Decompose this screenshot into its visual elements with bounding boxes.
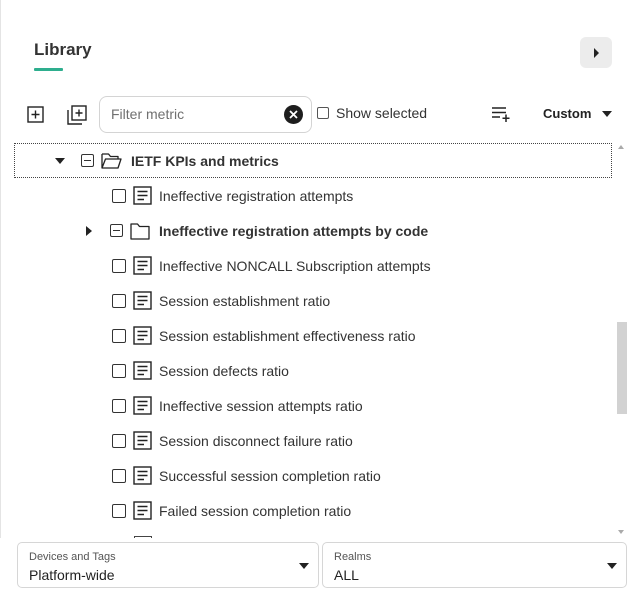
add-copy-button[interactable] bbox=[66, 104, 88, 125]
partial-checkbox[interactable] bbox=[81, 154, 94, 167]
caret-down-icon bbox=[607, 563, 617, 569]
scroll-thumb[interactable] bbox=[617, 322, 627, 414]
tree-item[interactable]: Ineffective NONCALL Subscription attempt… bbox=[112, 249, 431, 282]
page-title: Library bbox=[34, 40, 92, 59]
tree-item-label: Failed session completion ratio bbox=[159, 502, 352, 519]
item-checkbox[interactable] bbox=[112, 293, 126, 308]
playlist-add-icon bbox=[492, 107, 510, 122]
chevron-right-icon bbox=[594, 47, 599, 58]
tree-item[interactable]: Session defects ratio bbox=[112, 354, 289, 387]
expand-all-button[interactable] bbox=[25, 105, 45, 124]
tree-subgroup-row[interactable]: Ineffective registration attempts by cod… bbox=[83, 214, 428, 247]
view-mode-label: Custom bbox=[543, 106, 592, 121]
document-icon bbox=[133, 326, 152, 345]
add-to-list-button[interactable] bbox=[490, 104, 512, 124]
item-checkbox[interactable] bbox=[112, 503, 126, 518]
realms-select[interactable]: Realms ALL bbox=[322, 542, 627, 588]
caret-right-icon bbox=[86, 225, 92, 236]
scope-selectors: Devices and Tags Platform-wide Realms AL… bbox=[0, 538, 629, 598]
library-add-icon bbox=[67, 104, 87, 125]
panel-left-border bbox=[0, 0, 1, 598]
caret-down-icon bbox=[299, 563, 309, 569]
tree-item-label: Session establishment ratio bbox=[159, 292, 331, 309]
item-checkbox[interactable] bbox=[112, 468, 126, 483]
document-icon bbox=[133, 256, 152, 275]
item-checkbox[interactable] bbox=[112, 328, 126, 343]
tree-item-label: Ineffective registration attempts bbox=[159, 187, 354, 204]
tree-scrollbar[interactable] bbox=[615, 143, 629, 536]
scroll-up-arrow-icon[interactable] bbox=[618, 145, 624, 149]
tree-subgroup-label: Ineffective registration attempts by cod… bbox=[159, 222, 429, 239]
metric-tree: IETF KPIs and metrics Ineffective regist… bbox=[14, 143, 614, 536]
item-checkbox[interactable] bbox=[112, 363, 126, 378]
title-underline bbox=[34, 68, 63, 71]
clear-filter-button[interactable] bbox=[284, 105, 303, 124]
tree-item-label: Session defects ratio bbox=[159, 362, 289, 379]
document-icon bbox=[133, 466, 152, 485]
expander[interactable] bbox=[83, 225, 95, 236]
add-box-icon bbox=[26, 106, 44, 123]
document-icon bbox=[133, 361, 152, 380]
tree-item[interactable]: Ineffective session attempts ratio bbox=[112, 389, 363, 422]
close-icon bbox=[289, 110, 298, 119]
show-selected-label: Show selected bbox=[336, 105, 428, 121]
expander[interactable] bbox=[54, 157, 66, 164]
document-icon bbox=[133, 501, 152, 520]
caret-down-icon bbox=[602, 110, 613, 117]
partial-checkbox[interactable] bbox=[110, 224, 123, 237]
devices-and-tags-label: Devices and Tags bbox=[29, 551, 116, 563]
document-icon bbox=[133, 396, 152, 415]
tree-item[interactable]: Ineffective registration attempts bbox=[112, 179, 353, 212]
tree-group-row[interactable]: IETF KPIs and metrics bbox=[54, 144, 279, 177]
item-checkbox[interactable] bbox=[112, 258, 126, 273]
devices-and-tags-value: Platform-wide bbox=[29, 567, 115, 583]
collapse-panel-button[interactable] bbox=[580, 37, 612, 68]
scroll-down-arrow-icon[interactable] bbox=[618, 530, 624, 534]
item-checkbox[interactable] bbox=[112, 398, 126, 413]
tree-item-label: Session establishment effectiveness rati… bbox=[159, 327, 416, 344]
filter-field bbox=[99, 96, 312, 133]
item-checkbox[interactable] bbox=[112, 433, 126, 448]
filter-metric-input[interactable] bbox=[111, 106, 281, 122]
folder-open-icon bbox=[101, 152, 122, 169]
show-selected-checkbox[interactable] bbox=[317, 107, 329, 119]
tree-item[interactable]: Failed session completion ratio bbox=[112, 494, 351, 527]
devices-and-tags-select[interactable]: Devices and Tags Platform-wide bbox=[17, 542, 319, 588]
document-icon bbox=[133, 186, 152, 205]
folder-icon bbox=[130, 222, 150, 240]
tree-item[interactable]: Successful session completion ratio bbox=[112, 459, 381, 492]
tree-item-label: Session disconnect failure ratio bbox=[159, 432, 353, 449]
tree-item-label: Ineffective NONCALL Subscription attempt… bbox=[159, 257, 431, 274]
view-mode-dropdown[interactable]: Custom bbox=[543, 106, 613, 121]
item-checkbox[interactable] bbox=[112, 188, 126, 203]
tree-item[interactable]: Session disconnect failure ratio bbox=[112, 424, 353, 457]
document-icon bbox=[133, 431, 152, 450]
show-selected-toggle[interactable]: Show selected bbox=[317, 105, 427, 121]
document-icon bbox=[133, 291, 152, 310]
tree-item-label: Ineffective session attempts ratio bbox=[159, 397, 363, 414]
realms-label: Realms bbox=[334, 551, 372, 563]
tree-item[interactable]: Session establishment effectiveness rati… bbox=[112, 319, 416, 352]
caret-down-icon bbox=[55, 157, 65, 164]
tree-item-label: Successful session completion ratio bbox=[159, 467, 381, 484]
tree-group-label: IETF KPIs and metrics bbox=[131, 152, 279, 169]
realms-value: ALL bbox=[334, 567, 359, 583]
tree-item[interactable]: Session establishment ratio bbox=[112, 284, 330, 317]
